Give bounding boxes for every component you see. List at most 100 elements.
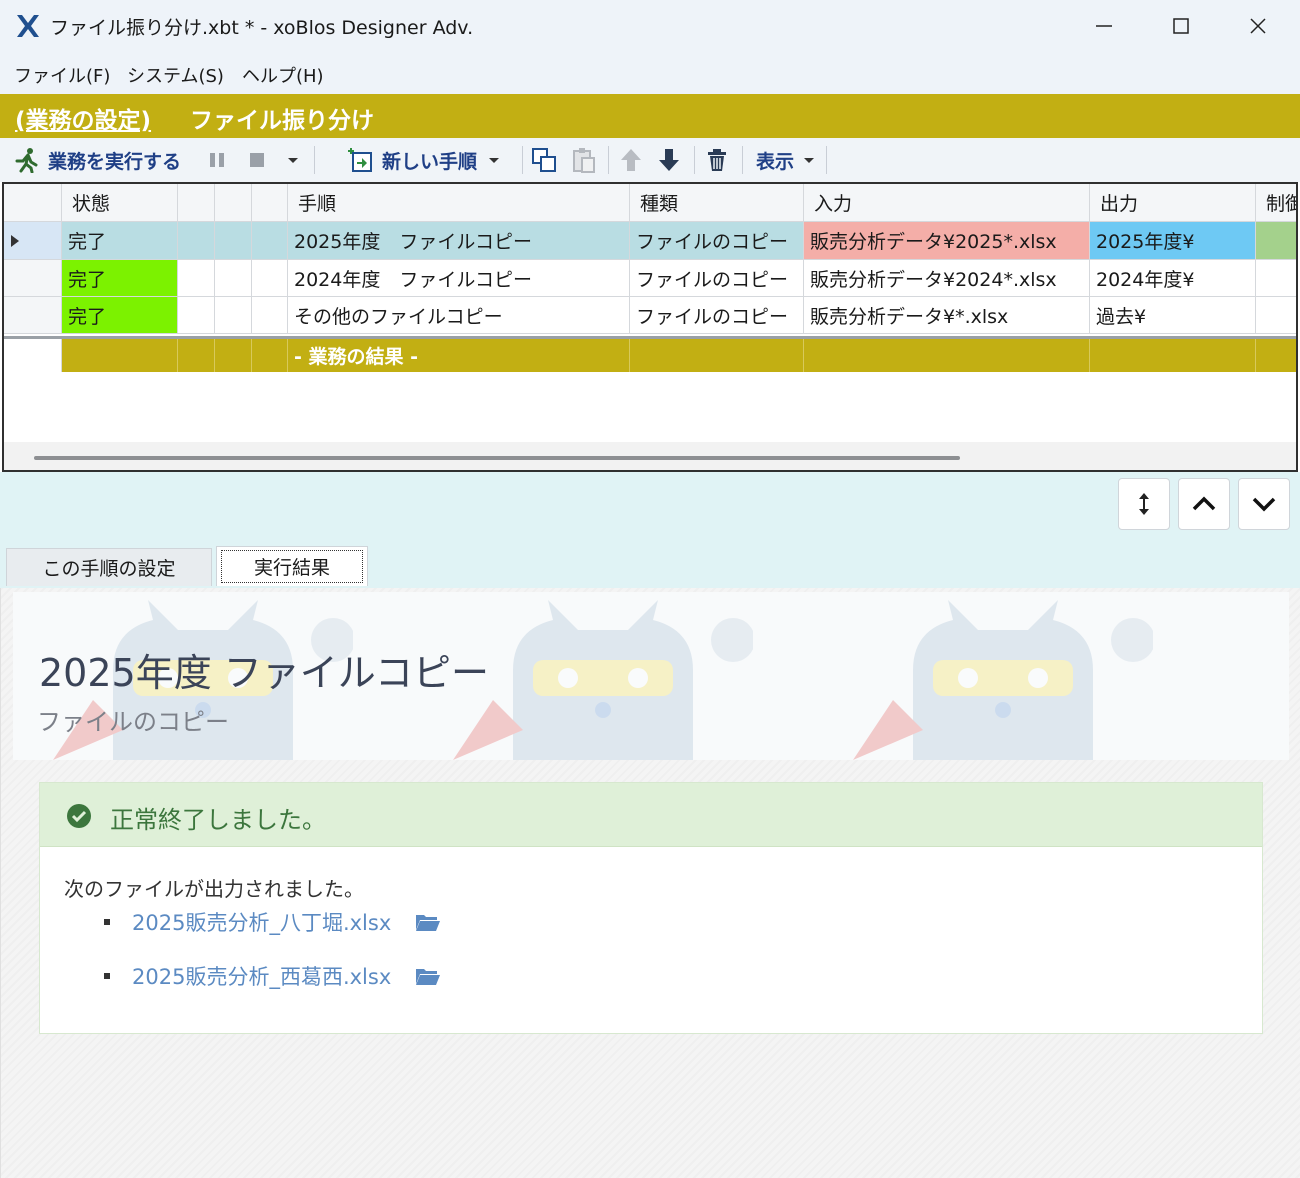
output-files-message: 次のファイルが出力されました。 (64, 877, 364, 901)
menu-help[interactable]: ヘルプ(H) (242, 62, 324, 88)
column-header-blank[interactable] (252, 184, 288, 222)
run-business-button[interactable]: 業務を実行する (14, 144, 181, 176)
column-header-blank[interactable] (215, 184, 252, 222)
resize-splitter-button[interactable] (1118, 478, 1170, 530)
run-options-dropdown[interactable] (286, 144, 300, 176)
previous-step-button[interactable] (1178, 478, 1230, 530)
table-row[interactable]: 完了 その他のファイルコピー ファイルのコピー 販売分析データ¥*.xlsx 過… (4, 297, 1296, 334)
list-item: 2025販売分析_西葛西.xlsx (104, 961, 441, 991)
stop-button[interactable] (246, 144, 268, 176)
maximize-icon (1173, 18, 1189, 34)
tab-execution-results-label: 実行結果 (220, 550, 363, 583)
row-blank-cell (252, 297, 288, 334)
row-kind: ファイルのコピー (630, 297, 804, 334)
detail-band: この手順の設定 実行結果 (0, 472, 1300, 588)
column-header-kind[interactable]: 種類 (630, 184, 804, 222)
result-cell (252, 339, 288, 372)
delete-step-button[interactable] (704, 144, 730, 176)
view-menu-label: 表示 (756, 150, 795, 173)
chevron-down-icon (489, 158, 500, 163)
row-step: その他のファイルコピー (288, 297, 630, 334)
column-header-step[interactable]: 手順 (288, 184, 630, 222)
row-selector[interactable] (4, 297, 62, 334)
view-menu-button[interactable]: 表示 (756, 144, 816, 176)
tab-execution-results[interactable]: 実行結果 (216, 546, 368, 586)
move-up-button[interactable] (618, 144, 644, 176)
row-selector[interactable] (4, 222, 62, 260)
business-result-row[interactable]: - 業務の結果 - (4, 336, 1296, 372)
close-button[interactable] (1220, 0, 1296, 52)
copy-icon (532, 148, 556, 172)
list-item: 2025販売分析_八丁堀.xlsx (104, 907, 441, 937)
toolbar-separator (522, 146, 523, 174)
output-file-link[interactable]: 2025販売分析_八丁堀.xlsx (132, 907, 391, 937)
row-step: 2025年度 ファイルコピー (288, 222, 630, 260)
column-header-control[interactable]: 制御 (1256, 184, 1296, 222)
maximize-button[interactable] (1143, 0, 1219, 52)
column-header-output[interactable]: 出力 (1090, 184, 1256, 222)
vertical-resize-icon (1139, 493, 1149, 515)
title-bar: ファイル振り分け.xbt * - xoBlos Designer Adv. (0, 0, 1300, 52)
business-header: (業務の設定) ファイル振り分け (0, 94, 1300, 138)
row-control (1256, 260, 1296, 297)
result-cell (1256, 339, 1296, 372)
row-input: 販売分析データ¥*.xlsx (804, 297, 1090, 334)
output-file-link[interactable]: 2025販売分析_西葛西.xlsx (132, 961, 391, 991)
chevron-down-icon (1252, 497, 1276, 512)
table-row[interactable]: 完了 2024年度 ファイルコピー ファイルのコピー 販売分析データ¥2024*… (4, 260, 1296, 297)
row-status: 完了 (62, 260, 178, 297)
row-blank-cell (178, 222, 215, 260)
row-kind: ファイルのコピー (630, 260, 804, 297)
row-header-corner (4, 184, 62, 222)
column-header-input[interactable]: 入力 (804, 184, 1090, 222)
open-folder-icon[interactable] (415, 912, 441, 932)
row-blank-cell (178, 297, 215, 334)
row-blank-cell (252, 260, 288, 297)
steps-grid: 状態 手順 種類 入力 出力 制御 完了 2025年度 ファイルコピー ファイル… (2, 182, 1298, 472)
chevron-up-icon (1192, 496, 1216, 511)
result-row-label: - 業務の結果 - (288, 339, 630, 372)
row-control (1256, 297, 1296, 334)
new-step-icon (348, 148, 372, 172)
toolbar: 業務を実行する 新しい手順 表示 (0, 138, 1300, 182)
toolbar-separator (314, 146, 315, 174)
mascot-illustration (853, 600, 1153, 760)
copy-step-button[interactable] (530, 144, 558, 176)
next-step-button[interactable] (1238, 478, 1290, 530)
success-banner: 正常終了しました。 (40, 783, 1262, 847)
result-cell (804, 339, 1090, 372)
minimize-icon (1096, 25, 1112, 27)
result-step-kind: ファイルのコピー (37, 708, 229, 736)
paste-step-button[interactable] (570, 144, 598, 176)
row-input: 販売分析データ¥2024*.xlsx (804, 260, 1090, 297)
business-settings-link[interactable]: (業務の設定) (15, 101, 151, 135)
row-blank-cell (252, 222, 288, 260)
toolbar-separator (742, 146, 743, 174)
business-title: ファイル振り分け (190, 108, 374, 134)
menu-file[interactable]: ファイル(F) (14, 62, 110, 88)
minimize-button[interactable] (1066, 0, 1142, 52)
row-status: 完了 (62, 222, 178, 260)
results-pane: 2025年度 ファイルコピー ファイルのコピー 正常終了しました。 次のファイル… (0, 588, 1300, 1178)
running-person-icon (15, 148, 38, 173)
row-selector[interactable] (4, 339, 62, 372)
result-step-title: 2025年度 ファイルコピー (39, 651, 490, 695)
mascot-illustration (453, 600, 753, 760)
column-header-status[interactable]: 状態 (62, 184, 178, 222)
menu-bar: ファイル(F) システム(S) ヘルプ(H) (0, 52, 1300, 94)
move-down-button[interactable] (656, 144, 682, 176)
column-header-blank[interactable] (178, 184, 215, 222)
row-output: 2025年度¥ (1090, 222, 1256, 260)
horizontal-scrollbar-thumb[interactable] (34, 456, 960, 460)
pause-button[interactable] (206, 144, 228, 176)
open-folder-icon[interactable] (415, 966, 441, 986)
arrow-up-icon (621, 149, 641, 171)
window-title: ファイル振り分け.xbt * - xoBlos Designer Adv. (50, 17, 474, 39)
menu-system[interactable]: システム(S) (127, 62, 224, 88)
row-selector[interactable] (4, 260, 62, 297)
tab-step-settings[interactable]: この手順の設定 (6, 548, 212, 586)
table-row[interactable]: 完了 2025年度 ファイルコピー ファイルのコピー 販売分析データ¥2025*… (4, 222, 1296, 260)
new-step-button[interactable]: 新しい手順 (348, 144, 501, 176)
arrow-down-icon (659, 149, 679, 171)
toolbar-separator (826, 146, 827, 174)
